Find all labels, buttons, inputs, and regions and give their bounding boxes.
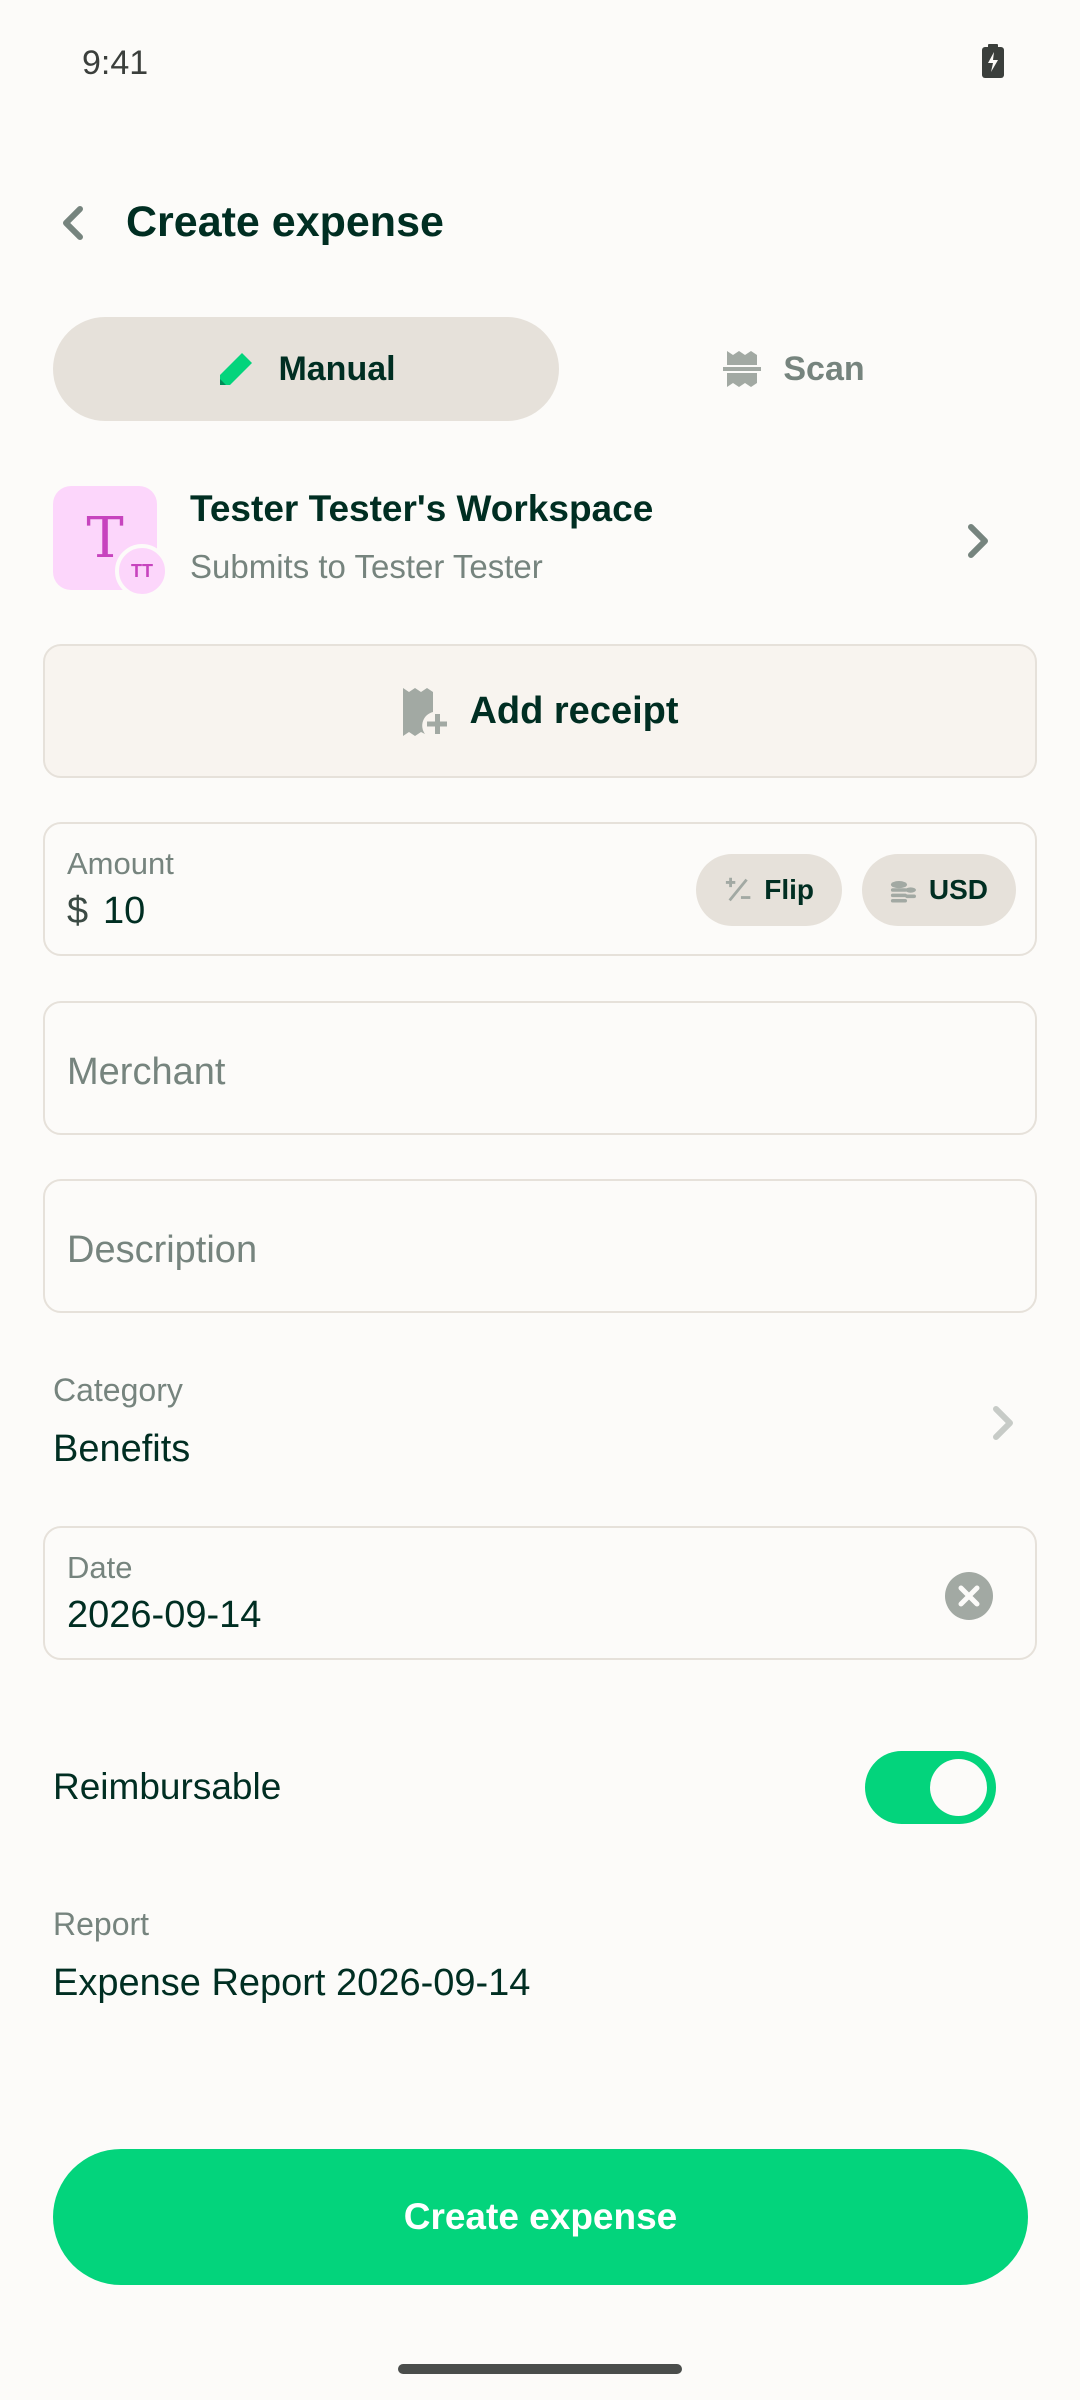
date-label: Date [67,1550,133,1585]
add-receipt-label: Add receipt [469,689,679,732]
plus-minus-icon [725,877,751,902]
coins-icon [890,881,916,903]
category-value: Benefits [53,1428,191,1470]
create-expense-button[interactable]: Create expense [53,2149,1028,2285]
description-field[interactable]: Description [43,1179,1037,1313]
tab-scan[interactable]: Scan [560,317,1028,421]
category-label: Category [53,1372,183,1408]
category-selector[interactable]: Category Benefits [53,1368,1028,1478]
status-time: 9:41 [82,44,149,82]
currency-label: USD [928,874,988,905]
workspace-name: Tester Tester's Workspace [190,488,654,529]
chevron-right-icon [978,1398,1028,1448]
currency-symbol: $ [67,890,89,932]
report-label: Report [53,1906,150,1942]
amount-label: Amount [67,846,174,881]
chevron-right-icon [953,516,1003,566]
clear-icon[interactable] [945,1572,993,1620]
user-avatar: TT [115,544,169,598]
page-title: Create expense [126,198,444,246]
flip-button[interactable]: Flip [696,854,842,926]
report-value: Expense Report 2026-09-14 [53,1962,531,2004]
reimbursable-toggle[interactable] [865,1751,996,1824]
currency-button[interactable]: USD [862,854,1016,926]
receipt-scan-icon [723,351,762,387]
date-field[interactable]: Date 2026-09-14 [43,1526,1037,1660]
reimbursable-label: Reimbursable [53,1766,282,1807]
description-placeholder: Description [67,1229,258,1271]
tab-scan-label: Scan [783,349,865,388]
date-value: 2026-09-14 [67,1594,262,1636]
receipt-plus-icon [403,688,448,736]
merchant-field[interactable]: Merchant [43,1001,1037,1135]
workspace-subtitle: Submits to Tester Tester [190,548,543,585]
amount-input[interactable]: 10 [103,890,145,933]
tab-manual-label: Manual [278,349,396,388]
chevron-left-icon [63,206,83,240]
workspace-selector[interactable]: T TT Tester Tester's Workspace Submits t… [53,486,1028,602]
pencil-icon [220,353,253,385]
toggle-knob [930,1759,987,1816]
add-receipt-button[interactable]: Add receipt [43,644,1037,778]
flip-label: Flip [764,874,814,905]
back-button[interactable] [48,198,98,248]
create-expense-label: Create expense [403,2196,678,2237]
home-indicator[interactable] [398,2364,682,2374]
tab-manual[interactable]: Manual [53,317,559,421]
amount-field[interactable]: Amount $ 10 Flip USD [43,822,1037,956]
merchant-placeholder: Merchant [67,1051,226,1093]
battery-charging-icon [982,44,1004,78]
